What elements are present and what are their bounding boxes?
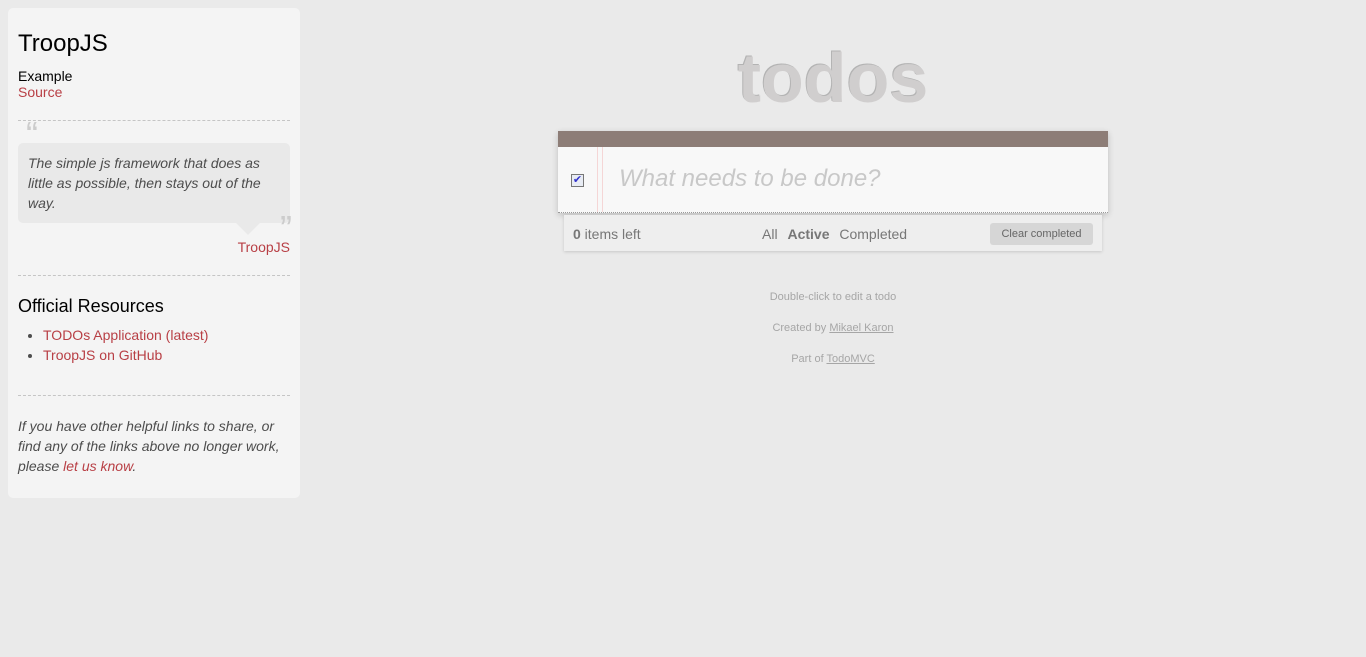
toggle-all-checkbox[interactable]: ✔: [571, 174, 584, 187]
filter-completed[interactable]: Completed: [839, 226, 907, 242]
part-of-label: Part of: [791, 353, 827, 365]
let-us-know-link[interactable]: let us know: [63, 458, 132, 474]
resources-list: TODOs Application (latest) TroopJS on Gi…: [18, 325, 290, 365]
sidebar-footer: If you have other helpful links to share…: [18, 416, 290, 476]
divider: [18, 120, 290, 121]
filter-active[interactable]: Active: [787, 226, 829, 242]
resource-link[interactable]: TODOs Application (latest): [43, 327, 208, 343]
count-number: 0: [573, 226, 581, 242]
divider: [18, 275, 290, 276]
resources-heading: Official Resources: [18, 296, 164, 316]
resource-link[interactable]: TroopJS on GitHub: [43, 347, 162, 363]
edit-hint: Double-click to edit a todo: [769, 291, 897, 303]
info: Double-click to edit a todo Created by M…: [558, 282, 1108, 375]
close-quote-icon: ”: [280, 208, 292, 249]
clear-completed-button[interactable]: Clear completed: [990, 223, 1093, 245]
sidebar-title: TroopJS: [18, 30, 108, 57]
quote: The simple js framework that does as lit…: [18, 125, 292, 247]
sidebar: TroopJS Example Source The simple js fra…: [8, 8, 300, 498]
filter-all[interactable]: All: [762, 226, 778, 242]
resource-item: TODOs Application (latest): [43, 325, 290, 345]
todo-footer: 0 items left All Active Completed Clear …: [564, 215, 1102, 251]
source-link[interactable]: Source: [18, 84, 62, 100]
resource-item: TroopJS on GitHub: [43, 345, 290, 365]
created-by-label: Created by: [772, 322, 830, 334]
todo-header: ✔ What needs to be done?: [558, 131, 1108, 213]
filters: All Active Completed: [762, 226, 913, 242]
quote-text: The simple js framework that does as lit…: [28, 155, 261, 211]
divider: [18, 395, 290, 396]
footer-text: If you have other helpful links to share…: [18, 418, 280, 474]
todo-count: 0 items left: [573, 226, 641, 242]
example-label: Example: [18, 68, 73, 84]
footer-end: .: [132, 458, 137, 474]
todomvc-link[interactable]: TodoMVC: [826, 353, 874, 365]
margin-line: [597, 147, 603, 212]
app-title: todos: [737, 39, 929, 117]
new-todo-input[interactable]: What needs to be done?: [619, 165, 881, 193]
author-link[interactable]: Mikael Karon: [829, 322, 893, 334]
count-suffix: items left: [580, 226, 641, 242]
